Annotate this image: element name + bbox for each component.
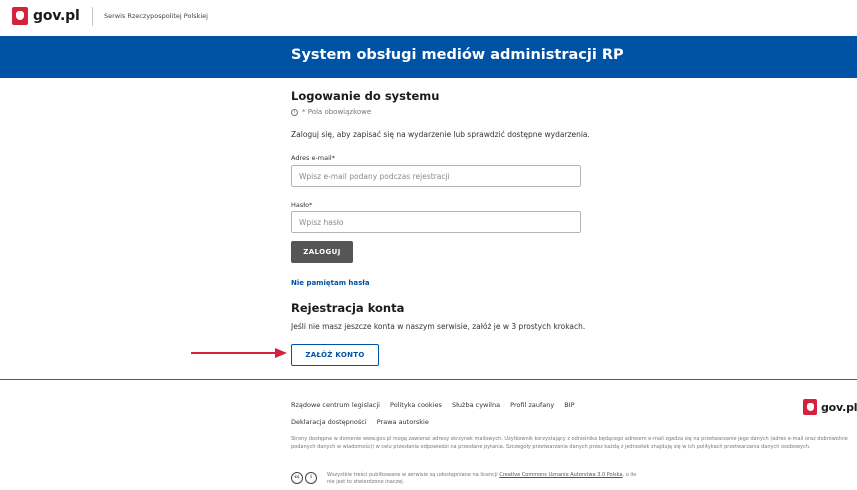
required-note-text: * Pola obowiązkowe bbox=[302, 108, 372, 116]
privacy-notice: Strony dostępne w domenie www.gov.pl mog… bbox=[291, 436, 848, 450]
footer-logo-text: gov.pl bbox=[821, 400, 857, 414]
login-button[interactable]: ZALOGUJ bbox=[291, 241, 353, 263]
footer-gov-logo[interactable]: gov.pl bbox=[803, 399, 857, 415]
login-intro: Zaloguj się, aby zapisać się na wydarzen… bbox=[291, 130, 590, 139]
eagle-emblem-icon bbox=[803, 399, 817, 415]
license-text-before: Wszystkie treści publikowane w serwisie … bbox=[327, 472, 498, 478]
footer-link[interactable]: BIP bbox=[564, 401, 574, 409]
password-field[interactable] bbox=[291, 211, 581, 233]
email-label: Adres e-mail* bbox=[291, 154, 335, 162]
title-banner: System obsługi mediów administracji RP bbox=[0, 36, 857, 78]
creative-commons-icon: cc bbox=[291, 472, 303, 484]
registration-description: Jeśli nie masz jeszcze konta w naszym se… bbox=[291, 322, 586, 331]
footer-link[interactable]: Prawa autorskie bbox=[377, 418, 429, 426]
password-label: Hasło* bbox=[291, 201, 313, 209]
login-heading: Logowanie do systemu bbox=[291, 89, 440, 103]
footer-link[interactable]: Polityka cookies bbox=[390, 401, 442, 409]
footer-link[interactable]: Rządowe centrum legislacji bbox=[291, 401, 380, 409]
footer-divider bbox=[0, 379, 857, 380]
gov-logo[interactable]: gov.pl bbox=[12, 7, 80, 25]
service-name: Serwis Rzeczypospolitej Polskiej bbox=[104, 12, 208, 20]
page-title: System obsługi mediów administracji RP bbox=[291, 47, 624, 63]
license-link[interactable]: Creative Commons Uznanie Autorstwa 3.0 P… bbox=[499, 472, 622, 478]
top-bar: gov.pl Serwis Rzeczypospolitej Polskiej bbox=[0, 0, 857, 36]
logo-text: gov.pl bbox=[33, 8, 80, 24]
footer-link[interactable]: Profil zaufany bbox=[510, 401, 554, 409]
create-account-button[interactable]: ZAŁÓŻ KONTO bbox=[291, 344, 379, 366]
required-note: i * Pola obowiązkowe bbox=[291, 108, 371, 116]
license-text-line2: nie jest to stwierdzone inaczej. bbox=[327, 479, 405, 485]
license-text-after: , o ile bbox=[622, 472, 637, 478]
eagle-emblem-icon bbox=[12, 7, 28, 25]
footer-links-row-2: Deklaracja dostępności Prawa autorskie bbox=[291, 418, 437, 426]
footer-link[interactable]: Służba cywilna bbox=[452, 401, 500, 409]
license-text: Wszystkie treści publikowane w serwisie … bbox=[327, 472, 636, 486]
info-icon: i bbox=[291, 108, 298, 116]
license-notice: cc i Wszystkie treści publikowane w serw… bbox=[291, 472, 636, 486]
email-field[interactable] bbox=[291, 165, 581, 187]
header-divider bbox=[92, 7, 93, 26]
registration-heading: Rejestracja konta bbox=[291, 301, 405, 315]
forgot-password-link[interactable]: Nie pamiętam hasła bbox=[291, 279, 370, 287]
footer-link[interactable]: Deklaracja dostępności bbox=[291, 418, 367, 426]
red-arrow-icon bbox=[191, 348, 287, 358]
footer-links-row-1: Rządowe centrum legislacji Polityka cook… bbox=[291, 401, 583, 409]
attribution-icon: i bbox=[305, 472, 317, 484]
